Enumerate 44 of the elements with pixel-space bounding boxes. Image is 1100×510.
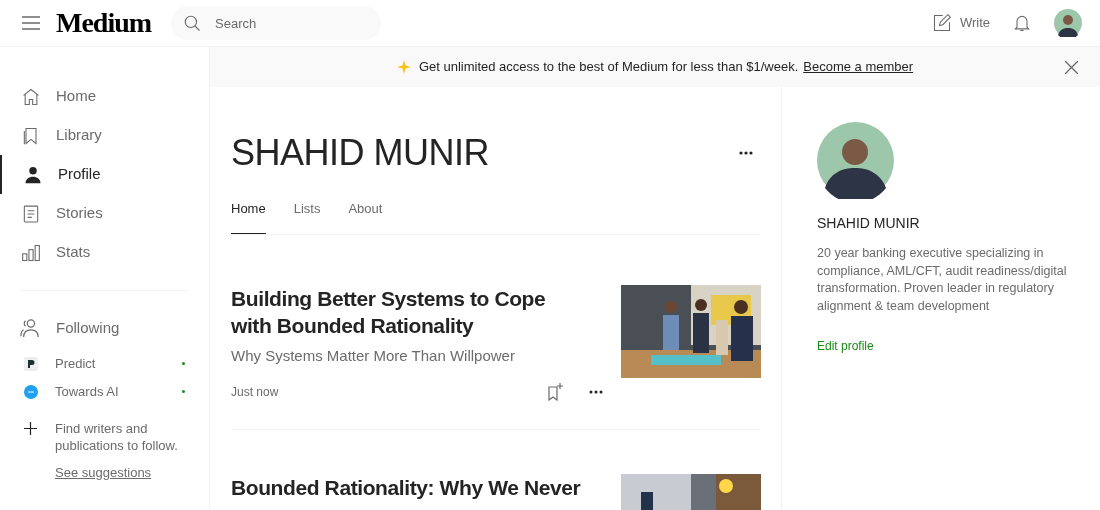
profile-name: SHAHID MUNIR: [231, 131, 489, 175]
pencil-icon: [931, 13, 952, 33]
publication-item[interactable]: Predict: [0, 349, 209, 378]
story-subtitle: Why Systems Matter More Than Willpower: [231, 345, 516, 366]
bell-icon[interactable]: [1012, 13, 1032, 33]
story-title[interactable]: Building Better Systems to Cope with Bounded Rationality: [231, 284, 571, 339]
bookmark-add-icon[interactable]: [547, 383, 563, 401]
follow-hint: Find writers and publications to follow.: [55, 419, 179, 454]
sparkle-icon: [396, 60, 411, 74]
profile-tab[interactable]: About: [348, 199, 383, 234]
story-time: Just now: [231, 384, 279, 401]
more-icon[interactable]: [589, 390, 603, 394]
sidebar-item[interactable]: Home: [0, 77, 209, 116]
banner-text: Get unlimited access to the best of Medium for less than $1/week.: [418, 58, 799, 77]
see-suggestions-link[interactable]: See suggestions: [55, 462, 152, 482]
home-icon: [21, 86, 41, 107]
close-icon[interactable]: [1065, 60, 1078, 74]
story-title[interactable]: Bounded Rationality: Why We Never: [231, 474, 581, 501]
more-icon[interactable]: [739, 151, 753, 155]
publication-logo: [24, 384, 38, 399]
avatar[interactable]: [1054, 9, 1082, 37]
profile-tab[interactable]: Home: [231, 199, 266, 234]
author-bio: 20 year banking executive specializing in compliance, AML/CFT, audit readiness/digital transformation. Proven leader in regulatory alignment & team development: [817, 245, 1068, 315]
become-member-link[interactable]: Become a member: [803, 57, 914, 77]
plus-icon[interactable]: [24, 421, 37, 435]
person-icon: [23, 164, 43, 185]
publication-logo: [24, 356, 38, 371]
author-name: SHAHID MUNIR: [817, 214, 921, 233]
document-icon: [21, 203, 41, 224]
write-button[interactable]: Write: [931, 13, 990, 33]
people-icon: [19, 318, 41, 339]
edit-profile-link[interactable]: Edit profile: [817, 337, 874, 355]
logo[interactable]: Medium: [56, 2, 152, 44]
sidebar-item[interactable]: Library: [0, 116, 209, 155]
search-icon: [183, 14, 202, 32]
bar-chart-icon: [21, 242, 41, 263]
following-link[interactable]: Following: [0, 317, 209, 340]
search-field[interactable]: Search: [171, 6, 382, 40]
publication-item[interactable]: Towards AI: [0, 377, 209, 406]
sidebar-item[interactable]: Stories: [0, 194, 209, 233]
sidebar-item[interactable]: Profile: [0, 155, 209, 194]
sidebar-item[interactable]: Stats: [0, 233, 209, 272]
menu-icon[interactable]: [22, 16, 40, 30]
profile-tab[interactable]: Lists: [293, 199, 321, 234]
